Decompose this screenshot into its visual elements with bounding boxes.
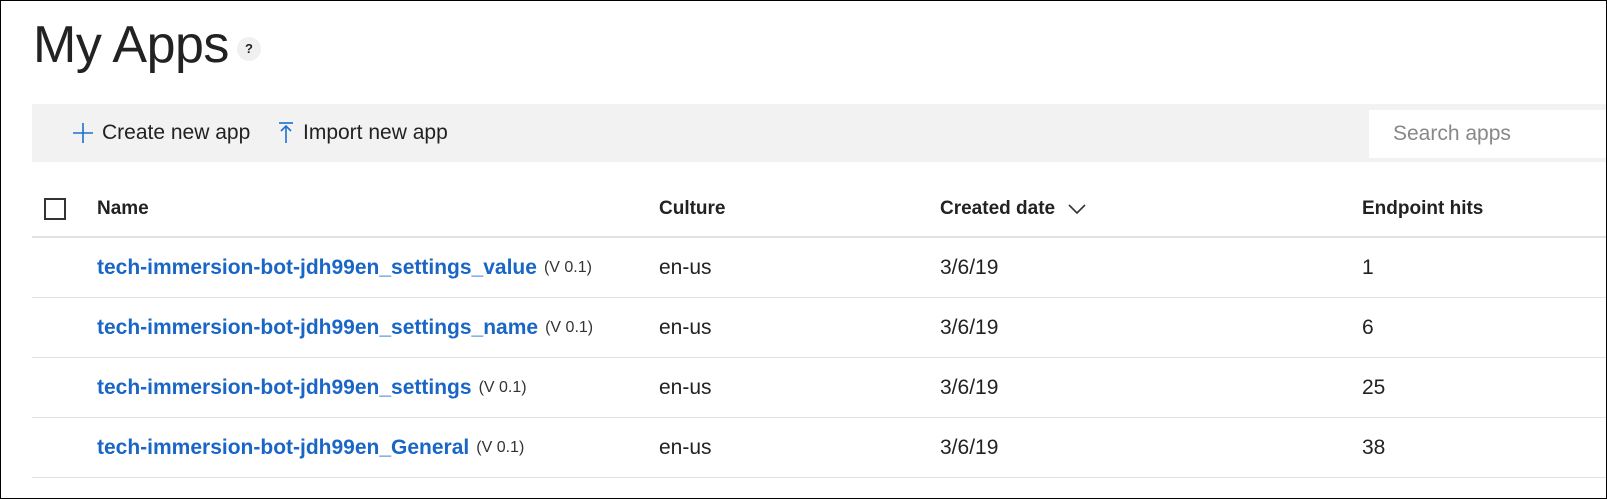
- column-header-created-date[interactable]: Created date: [940, 181, 1087, 236]
- app-version: (V 0.1): [476, 438, 525, 456]
- app-name-link[interactable]: tech-immersion-bot-jdh99en_General: [97, 436, 469, 460]
- app-culture: en-us: [659, 375, 712, 399]
- app-created-date: 3/6/19: [940, 435, 999, 459]
- select-all-checkbox[interactable]: [44, 197, 66, 220]
- table-row[interactable]: tech-immersion-bot-jdh99en_settings_valu…: [32, 238, 1606, 298]
- column-header-name[interactable]: Name: [97, 181, 149, 236]
- create-new-app-label: Create new app: [102, 121, 251, 144]
- search-input[interactable]: [1369, 110, 1606, 158]
- column-header-culture[interactable]: Culture: [659, 181, 726, 236]
- import-new-app-label: Import new app: [303, 121, 448, 144]
- table-row[interactable]: tech-immersion-bot-jdh99en_General (V 0.…: [32, 418, 1606, 478]
- app-version: (V 0.1): [478, 378, 527, 396]
- app-name-link[interactable]: tech-immersion-bot-jdh99en_settings: [97, 376, 472, 400]
- chevron-down-icon[interactable]: [1067, 203, 1087, 215]
- app-endpoint-hits: 25: [1362, 375, 1386, 399]
- column-header-endpoint-hits[interactable]: Endpoint hits: [1362, 181, 1483, 236]
- app-culture: en-us: [659, 315, 712, 339]
- app-endpoint-hits: 6: [1362, 315, 1374, 339]
- app-window: My Apps ? Create new app Import new app: [0, 0, 1607, 499]
- app-culture: en-us: [659, 255, 712, 279]
- create-new-app-button[interactable]: Create new app: [72, 104, 250, 162]
- app-version: (V 0.1): [543, 258, 592, 276]
- column-header-created-date-label: Created date: [940, 197, 1056, 219]
- app-created-date: 3/6/19: [940, 315, 999, 339]
- import-new-app-button[interactable]: Import new app: [277, 104, 448, 162]
- app-name-link[interactable]: tech-immersion-bot-jdh99en_settings_name: [97, 316, 538, 340]
- app-version: (V 0.1): [545, 318, 594, 336]
- toolbar: Create new app Import new app: [32, 104, 1606, 162]
- app-endpoint-hits: 1: [1362, 255, 1374, 279]
- page-title: My Apps: [33, 16, 229, 74]
- plus-icon: [72, 122, 94, 144]
- app-name-link[interactable]: tech-immersion-bot-jdh99en_settings_valu…: [97, 256, 537, 280]
- help-icon[interactable]: ?: [237, 37, 261, 61]
- app-created-date: 3/6/19: [940, 255, 999, 279]
- table-header-row: Name Culture Created date Endpoint hits: [32, 181, 1606, 238]
- table-row[interactable]: tech-immersion-bot-jdh99en_settings_name…: [32, 298, 1606, 358]
- apps-table: Name Culture Created date Endpoint hits …: [32, 181, 1606, 478]
- table-row[interactable]: tech-immersion-bot-jdh99en_settings (V 0…: [32, 358, 1606, 418]
- app-created-date: 3/6/19: [940, 375, 999, 399]
- app-culture: en-us: [659, 435, 712, 459]
- app-endpoint-hits: 38: [1362, 435, 1386, 459]
- upload-icon: [277, 121, 295, 145]
